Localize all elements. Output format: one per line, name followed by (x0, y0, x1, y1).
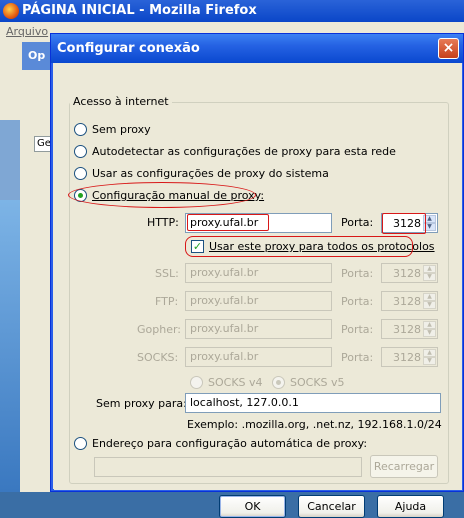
radio-socks-v5-label: SOCKS v5 (290, 376, 345, 389)
radio-autodetect-circle[interactable] (74, 145, 87, 158)
http-port-arrows[interactable]: ▲ ▼ (423, 215, 436, 231)
socks-port-arrows[interactable]: ▲ ▼ (423, 349, 436, 365)
radio-socks-v5-circle[interactable] (272, 376, 285, 389)
connection-settings-dialog: Configurar conexão × Acesso à internet S… (50, 33, 464, 518)
ftp-proxy-input[interactable]: proxy.ufal.br (185, 291, 332, 311)
http-port-value: 3128 (393, 217, 421, 230)
ftp-port-label: Porta: (341, 295, 374, 308)
ssl-port-spinner[interactable]: 3128 ▲ ▼ (381, 263, 438, 283)
background-desktop-gradient (0, 200, 20, 492)
reload-button[interactable]: Recarregar (370, 455, 438, 478)
http-label: HTTP: (147, 216, 179, 229)
no-proxy-example: Exemplo: .mozilla.org, .net.nz, 192.168.… (187, 418, 442, 431)
dialog-titlebar: Configurar conexão × (51, 34, 463, 63)
ssl-port-label: Porta: (341, 267, 374, 280)
use-for-all-label: Usar este proxy para todos os protocolos (209, 240, 435, 253)
close-button[interactable]: × (438, 38, 459, 59)
radio-socks-v4[interactable]: SOCKS v4 (190, 376, 263, 389)
spin-down-icon[interactable]: ▼ (423, 301, 436, 309)
group-legend: Acesso à internet (70, 95, 172, 108)
ssl-proxy-input[interactable]: proxy.ufal.br (185, 263, 332, 283)
help-button[interactable]: Ajuda (377, 495, 444, 518)
dialog-content: Acesso à internet Sem proxy Autodetectar… (54, 63, 462, 518)
ftp-port-spinner[interactable]: 3128 ▲ ▼ (381, 291, 438, 311)
spin-down-icon[interactable]: ▼ (423, 273, 436, 281)
radio-no-proxy-circle[interactable] (74, 123, 87, 136)
spin-down-icon[interactable]: ▼ (423, 223, 436, 231)
socks-port-value: 3128 (393, 351, 421, 364)
ssl-label: SSL: (155, 267, 179, 280)
ok-button[interactable]: OK (219, 495, 286, 518)
spin-up-icon[interactable]: ▲ (423, 215, 436, 223)
dialog-title: Configurar conexão (57, 41, 200, 56)
http-port-spinner[interactable]: 3128 ▲ ▼ (381, 213, 438, 233)
radio-socks-v4-circle[interactable] (190, 376, 203, 389)
socks-port-label: Porta: (341, 351, 374, 364)
use-for-all-checkbox[interactable]: ✓ (191, 240, 204, 253)
radio-system-proxy-label: Usar as configurações de proxy do sistem… (92, 167, 329, 180)
radio-autodetect-label: Autodetectar as configurações de proxy p… (92, 145, 396, 158)
spin-down-icon[interactable]: ▼ (423, 329, 436, 337)
radio-auto-config-label: Endereço para configuração automática de… (92, 437, 368, 450)
no-proxy-for-label: Sem proxy para: (96, 397, 187, 410)
radio-manual-proxy[interactable]: Configuração manual de proxy: (74, 189, 264, 202)
gopher-port-value: 3128 (393, 323, 421, 336)
ssl-port-value: 3128 (393, 267, 421, 280)
socks-proxy-input[interactable]: proxy.ufal.br (185, 347, 332, 367)
radio-no-proxy-label: Sem proxy (92, 123, 151, 136)
ssl-port-arrows[interactable]: ▲ ▼ (423, 265, 436, 281)
radio-manual-proxy-label: Configuração manual de proxy: (92, 189, 265, 202)
http-port-label: Porta: (341, 216, 374, 229)
firefox-titlebar: PÁGINA INICIAL - Mozilla Firefox (0, 0, 464, 22)
ftp-port-arrows[interactable]: ▲ ▼ (423, 293, 436, 309)
gopher-proxy-input[interactable]: proxy.ufal.br (185, 319, 332, 339)
auto-config-url-input[interactable] (94, 457, 362, 477)
close-icon: × (442, 40, 455, 56)
gopher-label: Gopher: (137, 323, 182, 336)
radio-manual-proxy-circle[interactable] (74, 189, 87, 202)
ftp-port-value: 3128 (393, 295, 421, 308)
firefox-window-title: PÁGINA INICIAL - Mozilla Firefox (22, 3, 257, 18)
gopher-port-label: Porta: (341, 323, 374, 336)
spin-up-icon[interactable]: ▲ (423, 293, 436, 301)
radio-socks-v5[interactable]: SOCKS v5 (272, 376, 345, 389)
http-proxy-input[interactable]: proxy.ufal.br (185, 213, 332, 233)
radio-system-proxy[interactable]: Usar as configurações de proxy do sistem… (74, 167, 329, 180)
radio-autodetect[interactable]: Autodetectar as configurações de proxy p… (74, 145, 396, 158)
spin-up-icon[interactable]: ▲ (423, 349, 436, 357)
radio-system-proxy-circle[interactable] (74, 167, 87, 180)
firefox-icon (3, 3, 19, 19)
menu-arquivo[interactable]: Arquivo (6, 25, 48, 38)
no-proxy-for-input[interactable]: localhost, 127.0.0.1 (185, 393, 441, 413)
gopher-port-arrows[interactable]: ▲ ▼ (423, 321, 436, 337)
radio-auto-config[interactable]: Endereço para configuração automática de… (74, 437, 367, 450)
spin-up-icon[interactable]: ▲ (423, 265, 436, 273)
spin-down-icon[interactable]: ▼ (423, 357, 436, 365)
socks-label: SOCKS: (137, 351, 179, 364)
socks-port-spinner[interactable]: 3128 ▲ ▼ (381, 347, 438, 367)
radio-no-proxy[interactable]: Sem proxy (74, 123, 151, 136)
ftp-label: FTP: (155, 295, 179, 308)
use-for-all-checkbox-row[interactable]: ✓ Usar este proxy para todos os protocol… (191, 240, 435, 253)
cancel-button[interactable]: Cancelar (298, 495, 365, 518)
radio-auto-config-circle[interactable] (74, 437, 87, 450)
gopher-port-spinner[interactable]: 3128 ▲ ▼ (381, 319, 438, 339)
spin-up-icon[interactable]: ▲ (423, 321, 436, 329)
radio-socks-v4-label: SOCKS v4 (208, 376, 263, 389)
